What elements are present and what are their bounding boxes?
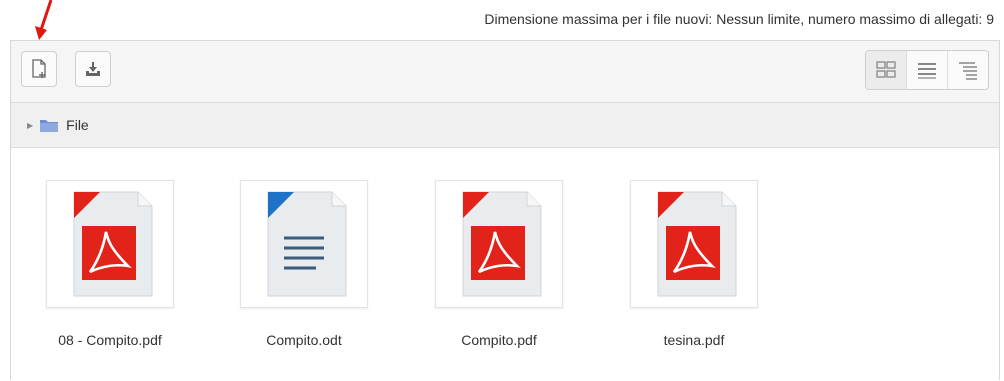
annotation-arrow-icon [35,0,53,40]
download-icon [86,62,100,76]
file-item[interactable]: Compito.pdf [424,148,574,348]
file-item[interactable]: 08 - Compito.pdf [35,148,185,348]
file-manager: ▶ File 08 - Compito.pdf Compito.odt Comp… [10,40,1000,380]
list-view-icon [918,63,936,79]
upload-limits-text: Dimensione massima per i file nuovi: Nes… [484,11,994,27]
file-name[interactable]: Compito.odt [229,332,379,348]
view-switcher [865,50,989,90]
file-grid: 08 - Compito.pdf Compito.odt Compito.pdf… [11,148,999,381]
file-thumbnail[interactable] [240,180,368,308]
download-all-button[interactable] [75,51,111,87]
folder-icon [40,119,59,132]
file-name[interactable]: tesina.pdf [619,332,769,348]
expand-arrow-icon[interactable]: ▶ [27,121,33,130]
file-thumbnail[interactable] [46,180,174,308]
file-thumbnail[interactable] [435,180,563,308]
file-manager-toolbar [11,41,999,103]
pdf-file-icon [657,191,737,297]
tree-view-button[interactable] [947,51,988,89]
file-thumbnail[interactable] [630,180,758,308]
pdf-file-icon [73,191,153,297]
list-view-button[interactable] [906,51,947,89]
document-file-icon [267,191,347,297]
tree-view-icon [959,62,977,80]
grid-view-icon [876,61,896,78]
breadcrumb: ▶ File [11,103,999,148]
add-file-button[interactable] [21,51,57,87]
pdf-file-icon [462,191,542,297]
breadcrumb-folder-label[interactable]: File [66,117,89,133]
file-item[interactable]: tesina.pdf [619,148,769,348]
file-item[interactable]: Compito.odt [229,148,379,348]
add-file-icon [32,59,46,78]
file-name[interactable]: 08 - Compito.pdf [35,332,185,348]
grid-view-button[interactable] [866,51,906,89]
file-name[interactable]: Compito.pdf [424,332,574,348]
